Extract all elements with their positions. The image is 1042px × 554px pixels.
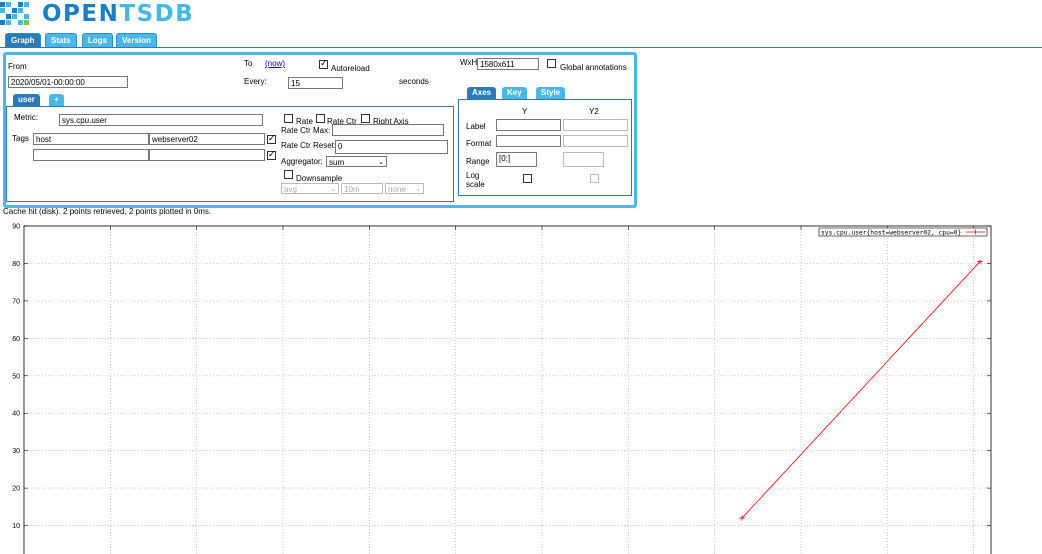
y-format-input[interactable] (496, 135, 561, 147)
chevron-down-icon: ⌄ (378, 159, 384, 166)
legend-label: sys.cpu.user{host=webserver02, cpu=0} (821, 230, 961, 237)
series-layer (739, 259, 983, 521)
autoreload-label: Autoreload (331, 64, 370, 73)
tab-logs[interactable]: Logs (82, 33, 114, 48)
seconds-label: seconds (399, 77, 429, 86)
series-line (741, 261, 981, 519)
y-axis: 10 20 30 40 50 60 70 80 90 (12, 224, 991, 530)
tags-label: Tags (12, 134, 29, 143)
plot-frame (23, 225, 992, 554)
logo-grid-icon (0, 2, 30, 28)
downsample-fill-select[interactable]: none ⌄ (385, 183, 424, 194)
grid (24, 226, 991, 554)
y-tick-label: 80 (12, 261, 20, 268)
y-tick-label: 60 (12, 336, 20, 343)
downsample-function-select[interactable]: avg ⌄ (281, 183, 339, 194)
tag-value-input-2[interactable] (149, 149, 265, 161)
axis-log-label-2: scale (466, 180, 485, 189)
metric-tab-add[interactable]: + (49, 94, 64, 106)
y2-label-input[interactable] (563, 119, 628, 131)
tag-group-checkbox-1[interactable] (267, 133, 276, 144)
rate-ctr-checkbox[interactable] (316, 114, 325, 123)
tab-style[interactable]: Style (536, 87, 566, 99)
y2-header: Y2 (589, 107, 599, 116)
y-tick-label: 30 (12, 448, 20, 455)
rate-ctr-max-label: Rate Ctr Max: (281, 126, 331, 135)
rate-ctr-reset-input[interactable]: 0 (335, 140, 448, 154)
wxh-input[interactable]: 1580x611 (477, 58, 539, 70)
legend: sys.cpu.user{host=webserver02, cpu=0} (818, 227, 988, 237)
metric-box: Metric: sys.cpu.user Tags host webserver… (6, 106, 454, 202)
timeseries-chart[interactable]: 10 20 30 40 50 60 70 80 90 sys.cpu.user{host=web… (0, 218, 1042, 554)
y-tick-label: 10 (12, 523, 20, 530)
tag-value-input-1[interactable]: webserver02 (149, 133, 265, 145)
tab-stats[interactable]: Stats (45, 33, 77, 48)
logo-text: OPENTSDB (42, 1, 195, 27)
tab-graph[interactable]: Graph (5, 33, 41, 48)
rate-checkbox[interactable] (284, 114, 293, 123)
y-label-input[interactable] (496, 119, 561, 131)
axes-box: Y Y2 Label Format Range [0:] Log scale (458, 99, 632, 196)
y-tick-label: 40 (12, 411, 20, 418)
status-text: Cache hit (disk). 2 points retrieved, 2 … (3, 207, 212, 216)
y-log-checkbox[interactable] (523, 174, 532, 183)
right-axis-checkbox[interactable] (361, 114, 370, 123)
rate-label: Rate (296, 117, 313, 126)
every-input[interactable]: 15 (288, 77, 343, 89)
tag-group-checkbox-2[interactable] (267, 149, 276, 160)
metric-label: Metric: (14, 113, 38, 122)
y-header: Y (522, 107, 528, 116)
y-tick-label: 50 (12, 373, 20, 380)
chevron-down-icon: ⌄ (330, 186, 336, 193)
y2-range-input[interactable] (563, 152, 604, 167)
autoreload-checkbox[interactable] (319, 58, 328, 69)
downsample-label: Downsample (296, 174, 343, 183)
global-annotations-checkbox[interactable] (547, 59, 556, 68)
axis-range-label: Range (466, 157, 490, 166)
to-label: To (244, 59, 253, 68)
aggregator-select[interactable]: sum ⌄ (326, 156, 387, 167)
aggregator-label: Aggregator: (281, 157, 323, 166)
y2-format-input[interactable] (563, 135, 628, 147)
every-label: Every: (244, 77, 267, 86)
tab-key[interactable]: Key (502, 87, 527, 99)
rate-ctr-reset-label: Rate Ctr Reset: (281, 141, 337, 150)
from-label: From (8, 62, 27, 71)
y-tick-label: 20 (12, 486, 20, 493)
metric-tab-user[interactable]: user (13, 94, 40, 106)
y-tick-label: 70 (12, 298, 20, 305)
axis-format-label: Format (466, 139, 492, 148)
global-annotations-label: Global annotations (560, 63, 627, 72)
y-range-input[interactable]: [0:] (496, 152, 537, 167)
y2-log-checkbox[interactable] (590, 174, 599, 183)
tab-divider (0, 47, 1042, 48)
tag-key-input-2[interactable] (33, 149, 149, 161)
axis-label-label: Label (466, 122, 486, 131)
to-now-link[interactable]: (now) (265, 59, 285, 68)
metric-input[interactable]: sys.cpu.user (59, 114, 263, 126)
y-tick-label: 90 (12, 224, 20, 231)
rate-ctr-max-input[interactable] (332, 124, 444, 136)
chevron-down-icon: ⌄ (415, 186, 421, 193)
axis-log-label: Log (466, 171, 480, 180)
tag-key-input-1[interactable]: host (33, 133, 149, 145)
downsample-interval-input[interactable]: 10m (341, 183, 383, 194)
tab-version[interactable]: Version (116, 33, 157, 48)
tab-axes[interactable]: Axes (467, 87, 497, 99)
downsample-checkbox[interactable] (284, 170, 293, 179)
from-input[interactable]: 2020/05/01-00:00:00 (8, 76, 128, 88)
query-panel: From 2020/05/01-00:00:00 To (now) Autore… (3, 52, 637, 208)
